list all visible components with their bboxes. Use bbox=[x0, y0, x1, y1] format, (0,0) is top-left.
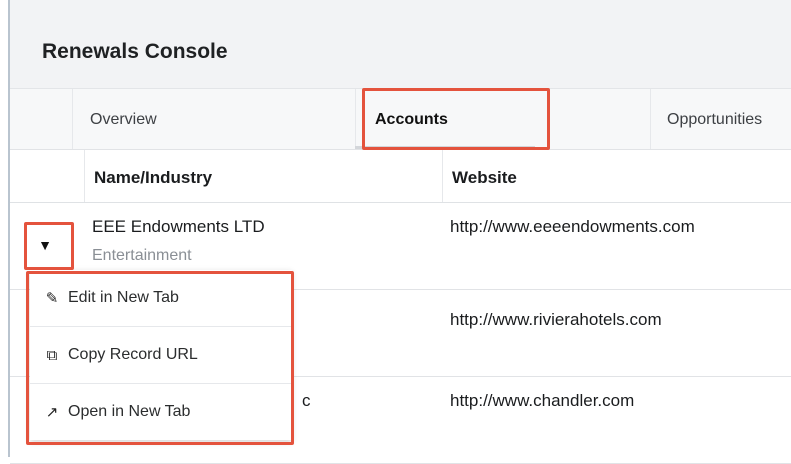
account-name[interactable]: EEE Endowments LTD bbox=[92, 217, 265, 237]
tab-opportunities[interactable]: Opportunities bbox=[667, 111, 762, 129]
menu-item-label: Edit in New Tab bbox=[68, 289, 179, 306]
menu-item-open-in-new-tab[interactable]: ↗ Open in New Tab bbox=[30, 384, 292, 440]
caret-down-icon: ▼ bbox=[38, 237, 52, 253]
tab-divider bbox=[650, 89, 651, 149]
row-actions-menu: ✎ Edit in New Tab ⧉ Copy Record URL ↗ Op… bbox=[30, 270, 292, 440]
tab-divider bbox=[355, 89, 356, 149]
column-divider bbox=[442, 150, 443, 202]
column-divider bbox=[84, 150, 85, 202]
account-website[interactable]: http://www.eeeendowments.com bbox=[450, 217, 695, 237]
copy-icon: ⧉ bbox=[46, 346, 58, 364]
active-tab-indicator bbox=[355, 146, 535, 149]
row-actions-dropdown-button[interactable]: ▼ bbox=[30, 230, 60, 260]
account-website[interactable]: http://www.chandler.com bbox=[450, 391, 634, 411]
account-industry: Entertainment bbox=[92, 247, 192, 264]
column-header-website[interactable]: Website bbox=[452, 168, 517, 188]
table-header: Name/Industry Website bbox=[10, 150, 791, 203]
menu-item-label: Copy Record URL bbox=[68, 346, 198, 363]
menu-item-copy-record-url[interactable]: ⧉ Copy Record URL bbox=[30, 327, 292, 383]
page-title: Renewals Console bbox=[42, 40, 228, 63]
account-name[interactable]: c bbox=[302, 391, 311, 411]
console-header: Renewals Console bbox=[10, 0, 791, 89]
account-website[interactable]: http://www.rivierahotels.com bbox=[450, 310, 662, 330]
tab-overview[interactable]: Overview bbox=[90, 111, 157, 129]
external-link-icon: ↗ bbox=[45, 404, 59, 421]
column-header-name[interactable]: Name/Industry bbox=[94, 168, 212, 188]
menu-item-label: Open in New Tab bbox=[68, 403, 191, 420]
tab-bar: Overview Accounts Opportunities bbox=[10, 89, 791, 150]
tab-divider bbox=[72, 89, 73, 149]
edit-icon: ✎ bbox=[45, 290, 59, 307]
tab-accounts[interactable]: Accounts bbox=[375, 111, 448, 129]
menu-item-edit-in-new-tab[interactable]: ✎ Edit in New Tab bbox=[30, 270, 292, 326]
